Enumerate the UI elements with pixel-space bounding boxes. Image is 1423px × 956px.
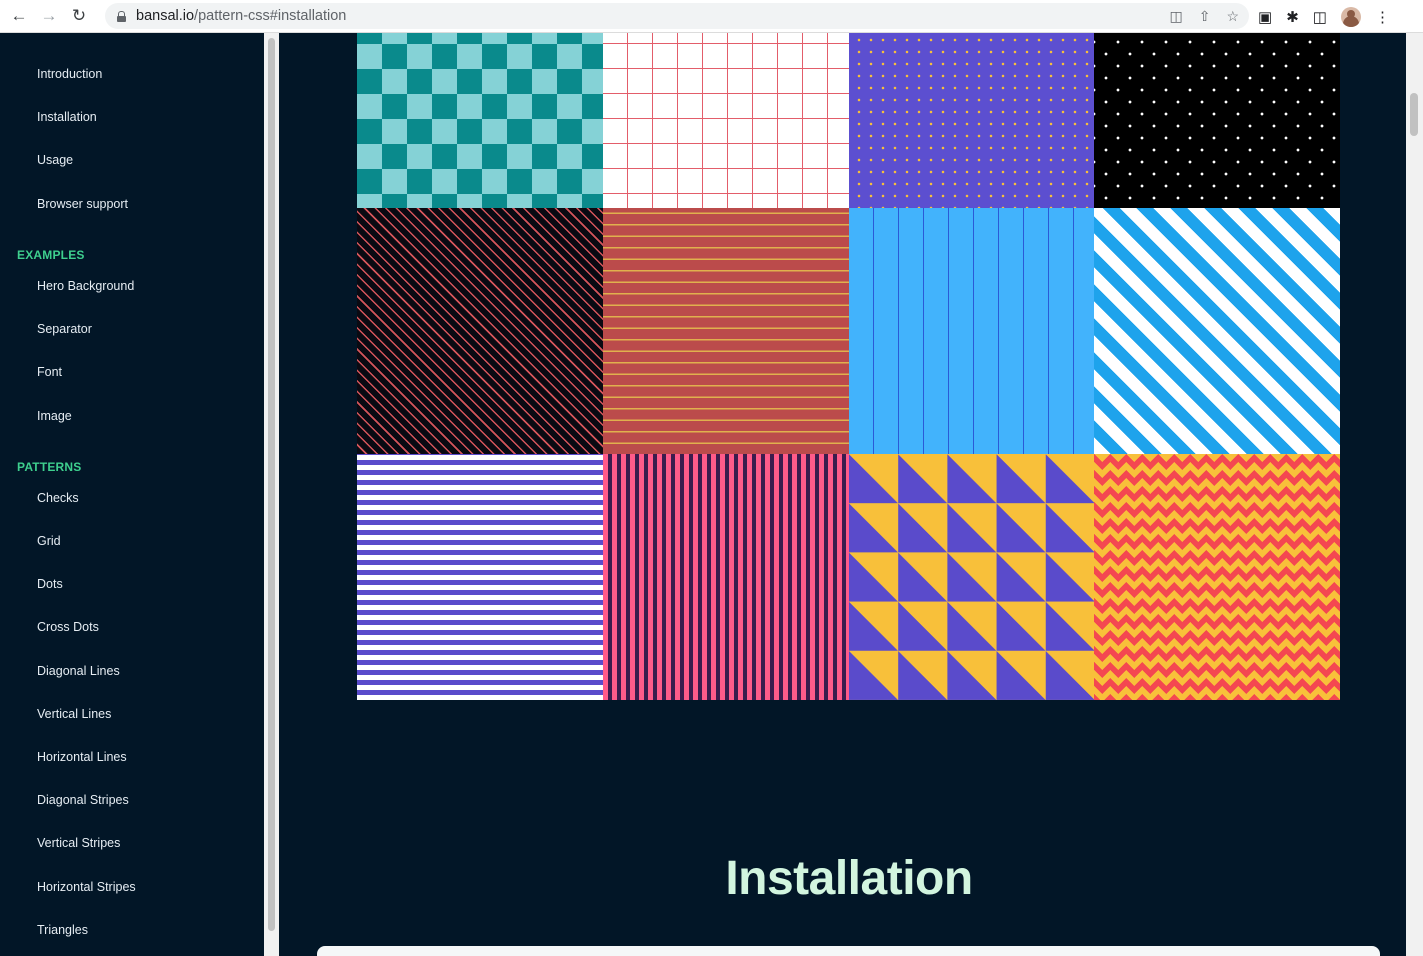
- forward-arrow-icon[interactable]: →: [36, 3, 62, 29]
- bookmark-star-icon[interactable]: ☆: [1226, 8, 1239, 25]
- sidebar-item-checks[interactable]: Checks: [37, 491, 79, 505]
- share-icon[interactable]: ⇧: [1199, 8, 1211, 25]
- sidebar-scrollbar-thumb[interactable]: [268, 38, 275, 931]
- sidebar-item-installation[interactable]: Installation: [37, 110, 97, 124]
- sidebar-item-browser-support[interactable]: Browser support: [37, 197, 128, 211]
- pattern-tile-vertical-lines: [849, 208, 1095, 454]
- pattern-tile-triangles: [849, 454, 1095, 700]
- address-bar[interactable]: bansal.io/pattern-css#installation ◫ ⇧ ☆: [105, 3, 1249, 29]
- page-scrollbar-track[interactable]: [1406, 33, 1423, 956]
- sidebar-item-dots[interactable]: Dots: [37, 577, 63, 591]
- sidebar-item-vertical-stripes[interactable]: Vertical Stripes: [37, 836, 120, 850]
- sidebar-item-cross-dots[interactable]: Cross Dots: [37, 620, 99, 634]
- browser-toolbar: ← → ↻ bansal.io/pattern-css#installation…: [0, 0, 1423, 33]
- profile-avatar[interactable]: [1340, 6, 1361, 27]
- sidebar-item-horizontal-stripes[interactable]: Horizontal Stripes: [37, 880, 136, 894]
- pattern-tile-diagonal-stripes: [1094, 208, 1340, 454]
- reload-icon[interactable]: ↻: [66, 3, 92, 29]
- pattern-tile-vertical-stripes: [603, 454, 849, 700]
- menu-kebab-icon[interactable]: ⋮: [1375, 8, 1390, 26]
- installation-heading: Installation: [725, 852, 973, 905]
- install-code-block: [317, 946, 1380, 956]
- sidebar-item-horizontal-lines[interactable]: Horizontal Lines: [37, 750, 127, 764]
- sidebar-item-font[interactable]: Font: [37, 365, 62, 379]
- sidebar-item-diagonal-lines[interactable]: Diagonal Lines: [37, 664, 120, 678]
- sidebar-item-grid[interactable]: Grid: [37, 534, 61, 548]
- docs-sidebar: Introduction Installation Usage Browser …: [0, 33, 264, 956]
- sidebar-item-vertical-lines[interactable]: Vertical Lines: [37, 707, 111, 721]
- back-arrow-icon[interactable]: ←: [6, 3, 32, 29]
- pattern-showcase-grid: [357, 33, 1340, 700]
- sidebar-heading-examples: EXAMPLES: [17, 248, 85, 262]
- sidebar-item-image[interactable]: Image: [37, 409, 72, 423]
- sidebar-item-separator[interactable]: Separator: [37, 322, 92, 336]
- side-panel-icon[interactable]: ◫: [1313, 8, 1327, 26]
- sidebar-item-triangles[interactable]: Triangles: [37, 923, 88, 937]
- pattern-tile-horizontal-lines: [603, 208, 849, 454]
- sidebar-item-introduction[interactable]: Introduction: [37, 67, 102, 81]
- pattern-tile-zigzag: [1094, 454, 1340, 700]
- sidebar-item-usage[interactable]: Usage: [37, 153, 73, 167]
- main-content: Installation: [279, 33, 1406, 956]
- sidebar-item-hero-background[interactable]: Hero Background: [37, 279, 134, 293]
- sidebar-item-diagonal-stripes[interactable]: Diagonal Stripes: [37, 793, 129, 807]
- extension-app-icon[interactable]: ▣: [1258, 8, 1272, 26]
- pattern-tile-diagonal-lines: [357, 208, 603, 454]
- sidebar-heading-patterns: PATTERNS: [17, 460, 82, 474]
- url-host: bansal.io: [136, 8, 195, 24]
- translate-icon[interactable]: ◫: [1169, 8, 1182, 25]
- pattern-tile-horizontal-stripes: [357, 454, 603, 700]
- lock-icon: [117, 10, 126, 22]
- extensions-puzzle-icon[interactable]: ✱: [1286, 8, 1299, 26]
- page-scrollbar-thumb[interactable]: [1410, 93, 1418, 136]
- url-path: /pattern-css#installation: [194, 8, 347, 24]
